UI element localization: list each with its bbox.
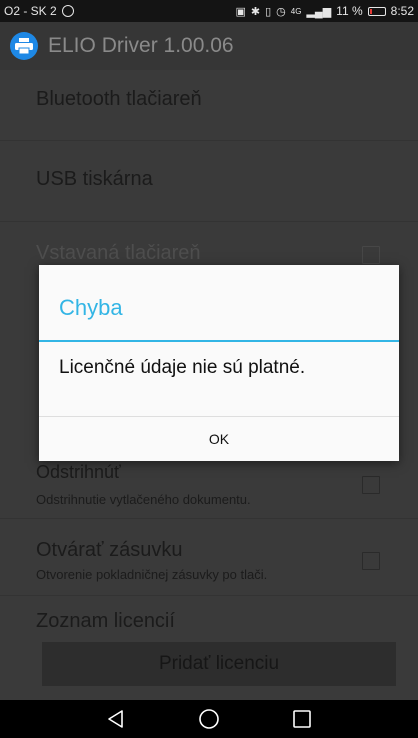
pref-cut-summary: Odstrihnutie vytlačeného dokumentu.	[36, 492, 251, 507]
error-dialog: Chyba Licenčné údaje nie sú platné. OK	[39, 265, 399, 461]
app-title: ELIO Driver 1.00.06	[48, 34, 234, 57]
ok-button[interactable]: OK	[39, 417, 399, 461]
clock: 8:52	[390, 4, 414, 18]
pref-open-drawer-summary: Otvorenie pokladničnej zásuvky po tlači.	[36, 567, 268, 582]
pref-builtin-printer[interactable]: Vstavaná tlačiareň	[36, 242, 201, 265]
battery-icon	[367, 6, 386, 16]
pref-cut-paper[interactable]: Odstrihnúť	[36, 462, 121, 483]
divider	[0, 140, 418, 141]
notification-icon	[61, 5, 74, 17]
recents-square-icon[interactable]	[282, 704, 322, 734]
dialog-message: Licenčné údaje nie sú platné.	[59, 357, 306, 378]
open-drawer-checkbox[interactable]	[362, 552, 380, 570]
navigation-bar	[0, 700, 418, 738]
pref-bluetooth-printer[interactable]: Bluetooth tlačiareň	[36, 88, 202, 111]
add-license-button[interactable]: Pridať licenciu	[42, 642, 396, 686]
printer-icon	[10, 32, 38, 60]
divider	[0, 595, 418, 596]
dialog-title: Chyba	[59, 295, 123, 320]
pref-open-drawer[interactable]: Otvárať zásuvku	[36, 539, 182, 562]
bluetooth-icon: ✱	[250, 5, 261, 18]
pref-usb-printer[interactable]: USB tiskárna	[36, 168, 153, 191]
cut-paper-checkbox[interactable]	[362, 476, 380, 494]
builtin-printer-checkbox[interactable]	[362, 246, 380, 264]
network-type-label: 4G	[290, 6, 302, 16]
carrier-name: O2 - SK 2	[4, 4, 57, 18]
app-bar: ELIO Driver 1.00.06	[0, 22, 418, 70]
divider	[0, 221, 418, 222]
vibrate-icon: ▯	[265, 5, 272, 18]
back-triangle-icon[interactable]	[96, 704, 136, 734]
nfc-icon: ▣	[235, 5, 246, 18]
divider	[0, 518, 418, 519]
alarm-icon: ◷	[276, 5, 286, 18]
pref-license-list[interactable]: Zoznam licencií	[36, 610, 175, 633]
dialog-title-divider	[39, 340, 399, 342]
signal-icon: ▂▄▆	[306, 5, 332, 18]
battery-percent: 11 %	[336, 4, 363, 18]
status-bar: O2 - SK 2 ▣ ✱ ▯ ◷ 4G ▂▄▆ 11 % 8:52	[0, 0, 418, 22]
home-circle-icon[interactable]	[189, 704, 229, 734]
